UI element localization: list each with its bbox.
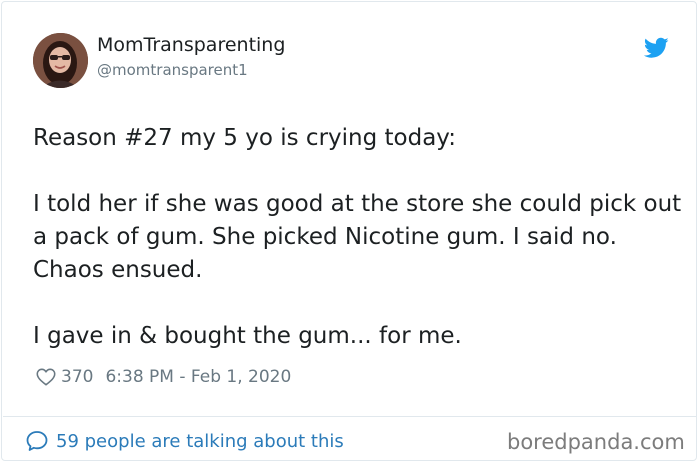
- heart-icon[interactable]: [35, 366, 57, 388]
- tweet-paragraph: I gave in & bought the gum... for me.: [33, 323, 462, 349]
- speech-bubble-icon: [26, 431, 48, 451]
- divider: [3, 416, 697, 417]
- twitter-bird-icon[interactable]: [643, 37, 669, 59]
- avatar[interactable]: [33, 33, 88, 88]
- author-handle[interactable]: @momtransparent1: [97, 61, 248, 79]
- talking-text[interactable]: 59 people are talking about this: [56, 431, 344, 452]
- watermark: boredpanda.com: [507, 430, 685, 454]
- like-count[interactable]: 370: [61, 367, 93, 387]
- author-display-name[interactable]: MomTransparenting: [97, 34, 285, 56]
- tweet-timestamp[interactable]: 6:38 PM - Feb 1, 2020: [105, 367, 291, 387]
- tweet-text: Reason #27 my 5 yo is crying today: I to…: [33, 122, 683, 353]
- tweet-meta: 370 6:38 PM - Feb 1, 2020: [35, 366, 291, 388]
- tweet-paragraph: Reason #27 my 5 yo is crying today:: [33, 125, 456, 151]
- tweet-paragraph: I told her if she was good at the store …: [33, 191, 682, 283]
- tweet-card: MomTransparenting @momtransparent1 Reaso…: [1, 1, 697, 461]
- talking-link[interactable]: 59 people are talking about this: [25, 429, 344, 453]
